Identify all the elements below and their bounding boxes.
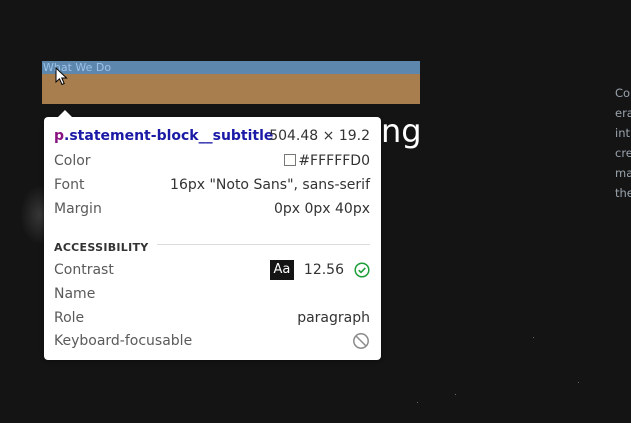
accessibility-title: ACCESSIBILITY bbox=[54, 241, 157, 254]
name-label: Name bbox=[54, 286, 96, 302]
margin-row: Margin 0px 0px 40px bbox=[54, 199, 370, 219]
star-dot bbox=[533, 337, 534, 338]
check-circle-icon bbox=[354, 262, 370, 278]
statement-subtitle-text: What We Do bbox=[43, 61, 112, 74]
element-tag: p bbox=[54, 128, 65, 144]
statement-heading-fragment: ng bbox=[381, 112, 422, 150]
focusable-row: Keyboard-focusable bbox=[54, 331, 370, 351]
inspect-tooltip: p.statement-block__subtitle 504.48 × 19.… bbox=[44, 110, 381, 360]
focusable-label: Keyboard-focusable bbox=[54, 333, 193, 349]
color-swatch-icon bbox=[284, 154, 297, 166]
mouse-cursor-icon bbox=[55, 67, 68, 86]
name-row: Name bbox=[54, 284, 370, 304]
side-paragraph-line: the bbox=[615, 186, 631, 200]
color-label: Color bbox=[54, 153, 91, 169]
element-dimensions: 504.48 × 19.2 bbox=[269, 128, 370, 144]
tooltip-header: p.statement-block__subtitle 504.48 × 19.… bbox=[54, 126, 370, 146]
element-class: .statement-block__subtitle bbox=[64, 128, 274, 144]
accessibility-section-header: ACCESSIBILITY bbox=[54, 236, 370, 254]
role-label: Role bbox=[54, 310, 85, 326]
focusable-value bbox=[352, 331, 370, 351]
side-paragraph: Co era int cre ma the bbox=[615, 83, 631, 203]
star-dot bbox=[417, 402, 418, 403]
star-dot bbox=[578, 382, 579, 383]
side-paragraph-line: era bbox=[615, 106, 631, 120]
role-row: Role paragraph bbox=[54, 308, 370, 328]
side-paragraph-line: cre bbox=[615, 146, 631, 160]
margin-value: 0px 0px 40px bbox=[273, 201, 370, 217]
font-label: Font bbox=[54, 177, 85, 193]
star-dot bbox=[455, 394, 456, 395]
margin-label: Margin bbox=[54, 201, 102, 217]
contrast-swatch: Aa bbox=[269, 260, 294, 280]
contrast-ratio: 12.56 bbox=[303, 262, 344, 278]
color-hex: #FFFFFD0 bbox=[298, 153, 370, 169]
tooltip-arrow bbox=[58, 110, 72, 117]
side-paragraph-line: ma bbox=[615, 166, 631, 180]
contrast-label: Contrast bbox=[54, 262, 114, 278]
font-value: 16px "Noto Sans", sans-serif bbox=[170, 177, 370, 193]
role-value: paragraph bbox=[297, 310, 370, 326]
color-value: #FFFFFD0 bbox=[284, 151, 370, 171]
color-row: Color #FFFFFD0 bbox=[54, 151, 370, 171]
contrast-value: Aa 12.56 bbox=[269, 260, 370, 280]
side-paragraph-line: Co bbox=[615, 86, 631, 100]
side-paragraph-line: int bbox=[615, 126, 630, 140]
element-margin-highlight bbox=[42, 74, 420, 104]
not-allowed-icon bbox=[353, 333, 369, 349]
contrast-row: Contrast Aa 12.56 bbox=[54, 260, 370, 280]
font-row: Font 16px "Noto Sans", sans-serif bbox=[54, 175, 370, 195]
